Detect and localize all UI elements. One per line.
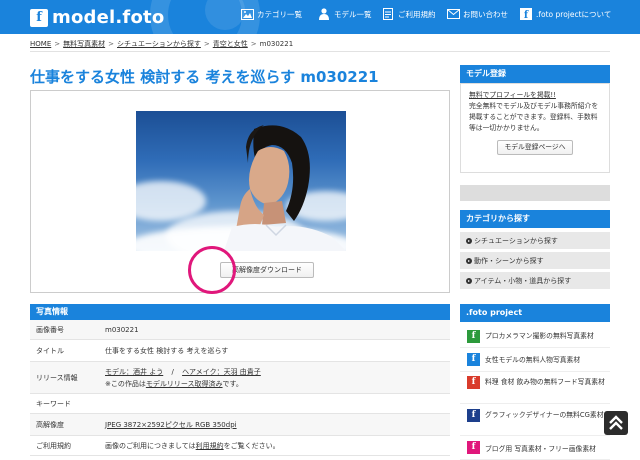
info-value: 画像のご利用につきましては利用規約をご覧ください。 [105, 436, 280, 455]
breadcrumb-separator: > [108, 40, 114, 48]
model-register-button[interactable]: モデル登録ページへ [497, 140, 573, 155]
category-item-items[interactable]: アイテム・小物・道具から探す [460, 272, 610, 290]
resolution-link[interactable]: JPEG 3872×2592ピクセル RGB 350dpi [105, 420, 237, 430]
svg-text:f: f [524, 10, 529, 20]
model-link[interactable]: モデル：酒井 よう [105, 368, 163, 376]
info-label: リリース情報 [36, 373, 78, 382]
logo-mark-icon: f [30, 8, 48, 27]
project-item-food[interactable]: f 料理 食材 飲み物の無料フード写真素材 [460, 372, 610, 404]
project-label: グラフィックデザイナーの無料CG素材 [485, 411, 604, 419]
model-photo [136, 111, 346, 251]
mail-icon [446, 8, 460, 20]
photo-info-table: 画像番号 m030221 タイトル 仕事をする女性 検討する 考えを巡らす リリ… [30, 320, 450, 456]
info-row-title: タイトル 仕事をする女性 検討する 考えを巡らす [30, 340, 450, 362]
model-register-box: 無料でプロフィールを掲載!! 完全無料でモデル及びモデル事務所紹介を掲載すること… [460, 83, 610, 173]
breadcrumb-separator: > [203, 40, 210, 48]
project-label: ブログ用 写真素材・フリー画像素材 [485, 445, 596, 453]
divider [30, 51, 610, 52]
photo-panel: 高解像度ダウンロード [30, 90, 450, 294]
model-release-link[interactable]: モデルリリース取得済み [146, 380, 223, 388]
register-link[interactable]: 無料でプロフィールを掲載!! [469, 91, 556, 99]
project-label: 料理 食材 飲み物の無料フード写真素材 [485, 378, 605, 386]
category-label: アイテム・小物・道具から探す [474, 277, 572, 285]
arrow-right-icon [466, 278, 472, 284]
nav-label: モデル一覧 [334, 9, 372, 19]
site-header: f model.foto カテゴリ一覧 モデル一覧 ご利用規約 お問い合わせ f… [0, 0, 640, 34]
breadcrumb: HOME > 無料写真素材 > シチュエーションから探す > 青空と女性 > m030221 [30, 39, 293, 49]
info-row-terms: ご利用規約 画像のご利用につきましては利用規約をご覧ください。 [30, 436, 450, 456]
breadcrumb-blue-sky[interactable]: 青空と女性 [213, 40, 248, 48]
breadcrumb-current: m030221 [259, 40, 294, 48]
model-register-header: モデル登録 [460, 65, 610, 83]
nav-label: カテゴリ一覧 [257, 9, 302, 19]
nav-item-categories[interactable]: カテゴリ一覧 [240, 8, 302, 20]
logo-text: model.foto [52, 7, 165, 28]
site-logo[interactable]: f model.foto [30, 7, 164, 28]
breadcrumb-separator: > [250, 40, 257, 48]
nav-item-terms[interactable]: ご利用規約 [381, 8, 436, 20]
foto-project-header: .foto project [460, 304, 610, 322]
document-icon [381, 8, 395, 20]
photo-info-header: 写真情報 [30, 304, 450, 320]
category-item-action[interactable]: 動作・シーンから探す [460, 252, 610, 270]
terms-suffix: をご覧ください。 [223, 441, 280, 450]
release-note-suffix: です。 [222, 379, 243, 388]
arrow-right-icon [466, 238, 472, 244]
foto-green-icon: f [467, 330, 480, 343]
categories-header: カテゴリから探す [460, 210, 610, 228]
info-value: 仕事をする女性 検討する 考えを巡らす [105, 346, 229, 355]
nav-label: お問い合わせ [463, 9, 508, 19]
breadcrumb-separator: > [54, 40, 61, 48]
register-text: 無料でプロフィールを掲載!! 完全無料でモデル及びモデル事務所紹介を掲載すること… [461, 84, 609, 134]
sidebar-spacer [460, 185, 610, 201]
foto-pink-icon: f [467, 441, 480, 454]
highlight-circle [188, 246, 236, 294]
info-label: ご利用規約 [36, 441, 71, 450]
project-item-blog[interactable]: f ブログ用 写真素材・フリー画像素材 [460, 436, 610, 460]
person-icon [317, 8, 331, 20]
foto-logo-icon: f [519, 8, 533, 20]
double-chevron-up-icon [609, 415, 623, 430]
hair-makeup-link[interactable]: ヘアメイク：天羽 由貴子 [182, 368, 261, 376]
project-label: プロカメラマン撮影の無料写真素材 [485, 332, 594, 340]
category-label: シチュエーションから探す [474, 237, 558, 245]
info-value: モデル：酒井 よう / ヘアメイク：天羽 由貴子 ※この作品はモデルリリース取得… [105, 362, 261, 393]
release-note-prefix: ※この作品は [105, 379, 146, 388]
breadcrumb-free-photos[interactable]: 無料写真素材 [63, 40, 105, 48]
category-label: 動作・シーンから探す [474, 257, 544, 265]
nav-label: .foto projectについて [536, 9, 612, 19]
foto-blue-icon: f [467, 353, 480, 366]
info-row-resolution: 高解像度 JPEG 3872×2592ピクセル RGB 350dpi [30, 414, 450, 436]
breadcrumb-home[interactable]: HOME [30, 40, 51, 48]
foto-navy-icon: f [467, 409, 480, 422]
arrow-right-icon [466, 258, 472, 264]
info-row-keywords: キーワード [30, 394, 450, 414]
project-item-pro-photo[interactable]: f プロカメラマン撮影の無料写真素材 [460, 324, 610, 348]
info-label: タイトル [36, 346, 64, 355]
terms-prefix: 画像のご利用につきましては [105, 441, 196, 450]
project-item-model[interactable]: f 女性モデルの無料人物写真素材 [460, 348, 610, 372]
project-label: 女性モデルの無料人物写真素材 [485, 356, 581, 364]
info-label: 高解像度 [36, 420, 64, 429]
info-value: m030221 [105, 325, 139, 334]
info-row-id: 画像番号 m030221 [30, 320, 450, 340]
info-row-release: リリース情報 モデル：酒井 よう / ヘアメイク：天羽 由貴子 ※この作品はモデ… [30, 362, 450, 394]
register-description: 完全無料でモデル及びモデル事務所紹介を掲載することができます。登録料、手数料等は… [469, 102, 599, 132]
info-value: JPEG 3872×2592ピクセル RGB 350dpi [105, 414, 237, 435]
terms-link[interactable]: 利用規約 [196, 442, 224, 450]
scroll-to-top-button[interactable] [604, 411, 628, 435]
slash: / [171, 367, 174, 376]
info-label: キーワード [36, 399, 71, 408]
breadcrumb-situation[interactable]: シチュエーションから探す [117, 40, 201, 48]
foto-red-icon: f [467, 376, 480, 389]
page-title: 仕事をする女性 検討する 考えを巡らす m030221 [30, 68, 379, 86]
nav-item-contact[interactable]: お問い合わせ [446, 8, 508, 20]
category-item-situation[interactable]: シチュエーションから探す [460, 232, 610, 250]
info-label: 画像番号 [36, 325, 64, 334]
project-item-cg[interactable]: f グラフィックデザイナーの無料CG素材 [460, 404, 610, 436]
image-icon [240, 8, 254, 20]
nav-label: ご利用規約 [398, 9, 436, 19]
nav-item-models[interactable]: モデル一覧 [317, 8, 372, 20]
nav-item-project[interactable]: f .foto projectについて [519, 8, 611, 20]
